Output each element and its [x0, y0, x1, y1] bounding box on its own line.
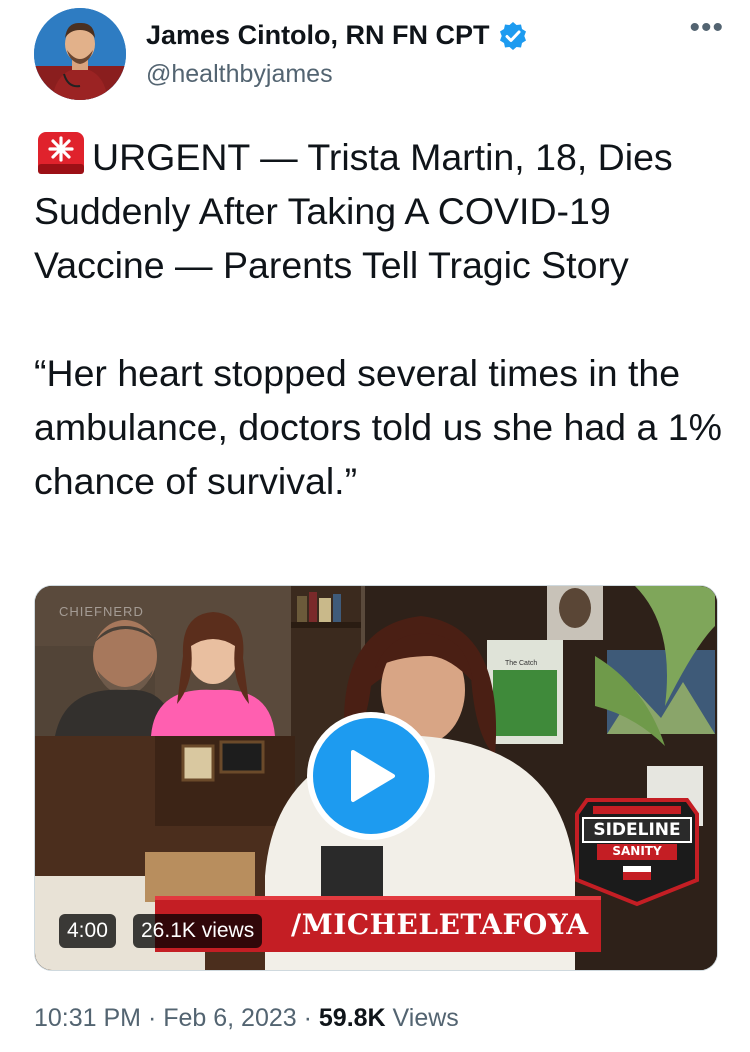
verified-badge-icon: [498, 21, 528, 51]
meta-separator: ·: [141, 1004, 164, 1032]
tweet-headline-paragraph: URGENT — Trista Martin, 18, Dies Suddenl…: [34, 130, 724, 292]
play-button[interactable]: [307, 712, 435, 840]
sideline-title: SIDELINE: [593, 820, 681, 840]
meta-separator: ·: [296, 1004, 319, 1032]
whiteboard-title: The Catch: [505, 660, 538, 667]
video-player[interactable]: CHIEFNERD The Catch SIDELINE SANITY /MIC…: [34, 585, 718, 971]
sideline-sanity-logo: SIDELINE SANITY: [573, 790, 701, 906]
author-display-name[interactable]: James Cintolo, RN FN CPT: [146, 20, 490, 51]
video-views-badge: 26.1K views: [133, 914, 263, 948]
play-icon: [351, 750, 395, 802]
video-duration-badge: 4:00: [59, 914, 116, 948]
rotating-light-emoji-icon: [34, 130, 88, 176]
more-options-icon[interactable]: •••: [689, 13, 724, 43]
views-label: Views: [385, 1004, 459, 1032]
tweet-time[interactable]: 10:31 PM: [34, 1004, 141, 1032]
author-handle[interactable]: @healthbyjames: [146, 60, 333, 89]
video-banner-text: /MICHELETAFOYA: [291, 908, 589, 941]
sideline-subtitle: SANITY: [612, 844, 662, 858]
tweet-quote: “Her heart stopped several times in the …: [34, 352, 722, 502]
video-watermark: CHIEFNERD: [59, 604, 144, 619]
tweet-headline: URGENT — Trista Martin, 18, Dies Suddenl…: [34, 136, 673, 286]
tweet-header: James Cintolo, RN FN CPT @healthbyjames …: [34, 8, 724, 100]
avatar[interactable]: [34, 8, 126, 100]
author-name-row: James Cintolo, RN FN CPT: [146, 20, 528, 51]
tweet-date[interactable]: Feb 6, 2023: [163, 1004, 296, 1032]
tweet-text: URGENT — Trista Martin, 18, Dies Suddenl…: [34, 130, 724, 508]
tweet-meta: 10:31 PM · Feb 6, 2023 · 59.8K Views: [34, 1004, 459, 1033]
view-count[interactable]: 59.8K: [319, 1004, 386, 1032]
